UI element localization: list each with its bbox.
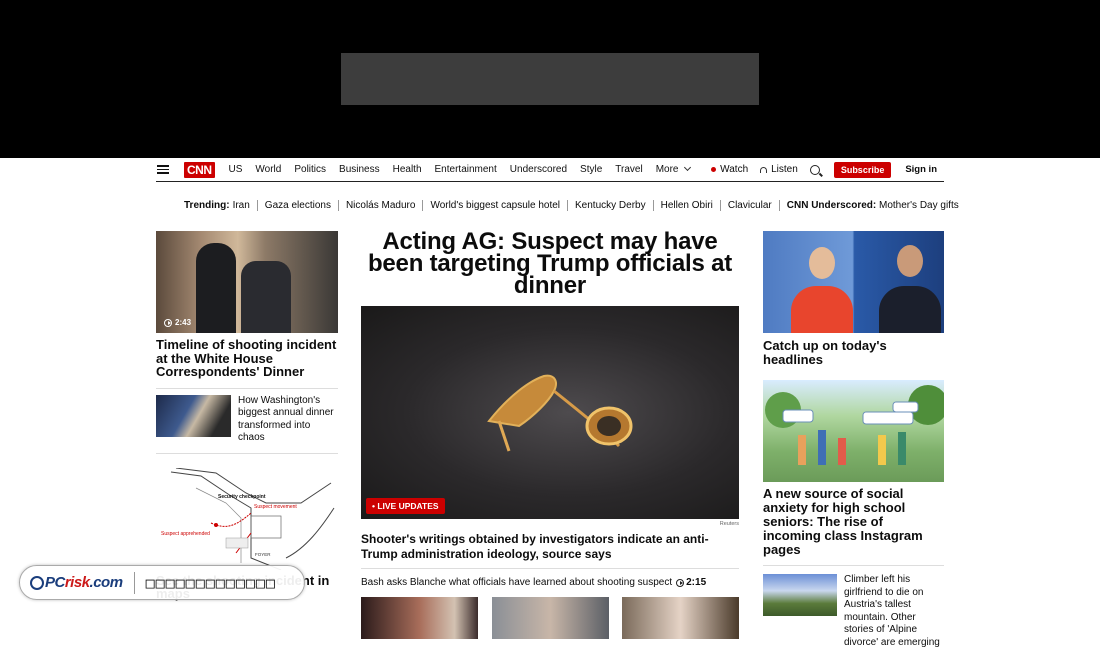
map-label-apprehended: Suspect apprehended <box>161 531 210 537</box>
video-thumbnail[interactable]: 2:43 <box>156 231 338 333</box>
list-item[interactable]: How Washington's biggest annual dinner t… <box>156 394 338 454</box>
shooting-map-graphic[interactable]: Security checkpoint Suspect movement Sus… <box>156 467 338 570</box>
video-duration-text: 2:15 <box>686 577 707 588</box>
cnn-logo[interactable]: CNN <box>184 161 215 178</box>
story-title[interactable]: Climber left his girlfriend to die on Au… <box>844 574 944 649</box>
nav-link-entertainment[interactable]: Entertainment <box>435 164 497 175</box>
trending-item[interactable]: Nicolás Maduro <box>337 200 422 211</box>
nav-link-politics[interactable]: Politics <box>294 164 326 175</box>
right-column: Catch up on today's headlines A new sour… <box>763 231 948 649</box>
nav-more-label: More <box>655 164 679 175</box>
map-label-movement: Suspect movement <box>254 504 297 510</box>
story-thumbnail[interactable] <box>156 394 231 437</box>
video-title: Bash asks Blanche what officials have le… <box>361 577 673 588</box>
story-illustration[interactable] <box>763 380 948 482</box>
video-link[interactable]: Bash asks Blanche what officials have le… <box>361 577 739 588</box>
hero-shoe-graphic <box>487 374 633 452</box>
watermark-text: □□□□□□□□□□□□□ <box>145 573 276 592</box>
subscribe-button[interactable]: Subscribe <box>833 161 892 178</box>
nav-right: Watch Listen Subscribe Sign in <box>711 161 944 178</box>
pcrisk-watermark: PC risk .com □□□□□□□□□□□□□ <box>19 565 305 600</box>
underscored-text: Mother's Day gifts <box>879 200 959 211</box>
watch-button[interactable]: Watch <box>711 164 748 175</box>
underscored-label: CNN Underscored: <box>786 200 877 211</box>
trending-item[interactable]: World's biggest capsule hotel <box>422 200 567 211</box>
menu-icon[interactable] <box>157 165 169 174</box>
play-icon <box>164 318 172 327</box>
trending-item[interactable]: Clavicular <box>719 200 779 211</box>
story-thumbnail[interactable] <box>361 597 478 639</box>
story-title[interactable]: Timeline of shooting incident at the Whi… <box>156 338 338 389</box>
listen-label: Listen <box>771 164 798 175</box>
nav-link-style[interactable]: Style <box>580 164 602 175</box>
underscored-item[interactable]: CNN Underscored: Mother's Day gifts <box>778 200 966 211</box>
trending-item[interactable]: Hellen Obiri <box>652 200 720 211</box>
search-icon[interactable] <box>809 164 820 175</box>
anchor-face <box>897 245 923 277</box>
divider <box>133 571 135 594</box>
story-thumbnail[interactable] <box>622 597 739 639</box>
nav-link-travel[interactable]: Travel <box>615 164 642 175</box>
top-ad-band <box>0 0 1100 158</box>
story-title[interactable]: How Washington's biggest annual dinner t… <box>238 395 338 445</box>
thumbnail-row <box>361 597 739 639</box>
story-title[interactable]: Catch up on today's headlines <box>763 339 944 380</box>
left-column: 2:43 Timeline of shooting incident at th… <box>156 231 338 601</box>
headphones-icon <box>760 166 768 173</box>
watch-label: Watch <box>720 164 749 175</box>
play-icon <box>676 578 685 587</box>
anchor-face <box>809 247 835 279</box>
live-dot-icon <box>711 167 717 172</box>
nav-link-underscored[interactable]: Underscored <box>510 164 567 175</box>
trending-item[interactable]: Gaza elections <box>256 200 338 211</box>
map-label-security: Security checkpoint <box>218 494 266 500</box>
live-updates-badge[interactable]: • LIVE UPDATES <box>366 498 445 514</box>
hero-image[interactable]: • LIVE UPDATES <box>361 306 739 519</box>
story-thumbnail[interactable] <box>491 597 609 639</box>
nav-link-world[interactable]: World <box>255 164 281 175</box>
list-item[interactable]: Climber left his girlfriend to die on Au… <box>763 574 944 649</box>
chevron-down-icon <box>683 163 691 172</box>
video-duration-text: 2:43 <box>175 318 192 327</box>
logo-pc: PC <box>45 574 65 591</box>
nav-link-us[interactable]: US <box>229 164 243 175</box>
nav-link-business[interactable]: Business <box>339 164 380 175</box>
logo-risk: risk <box>64 574 90 591</box>
trending-label: Trending: <box>184 200 230 211</box>
sign-in-button[interactable]: Sign in <box>905 164 937 175</box>
main-headline[interactable]: Acting AG: Suspect may have been targeti… <box>361 230 739 298</box>
listen-button[interactable]: Listen <box>760 164 798 175</box>
nav-link-health[interactable]: Health <box>393 164 422 175</box>
story-title[interactable]: A new source of social anxiety for high … <box>763 487 944 566</box>
trending-bar: Trending: Iran Gaza elections Nicolás Ma… <box>184 200 966 211</box>
logo-com: .com <box>89 574 124 591</box>
headlines-video-thumbnail[interactable] <box>763 231 944 333</box>
center-column: Acting AG: Suspect may have been targeti… <box>361 230 739 639</box>
story-thumbnail[interactable] <box>763 574 837 616</box>
trending-item[interactable]: Iran <box>233 200 257 211</box>
video-duration: 2:15 <box>676 577 706 588</box>
nav-more[interactable]: More <box>655 163 691 175</box>
magnifier-icon <box>30 575 44 590</box>
pcrisk-logo: PC risk .com <box>30 574 123 591</box>
video-duration: 2:43 <box>164 318 191 327</box>
image-credit: Reuters <box>719 521 739 527</box>
main-nav: CNN US World Politics Business Health En… <box>156 158 944 182</box>
ad-slot[interactable] <box>341 53 759 105</box>
trending-item[interactable]: Kentucky Derby <box>567 200 653 211</box>
map-label-foyer: FOYER <box>255 552 271 557</box>
story-title[interactable]: Shooter's writings obtained by investiga… <box>361 532 739 569</box>
